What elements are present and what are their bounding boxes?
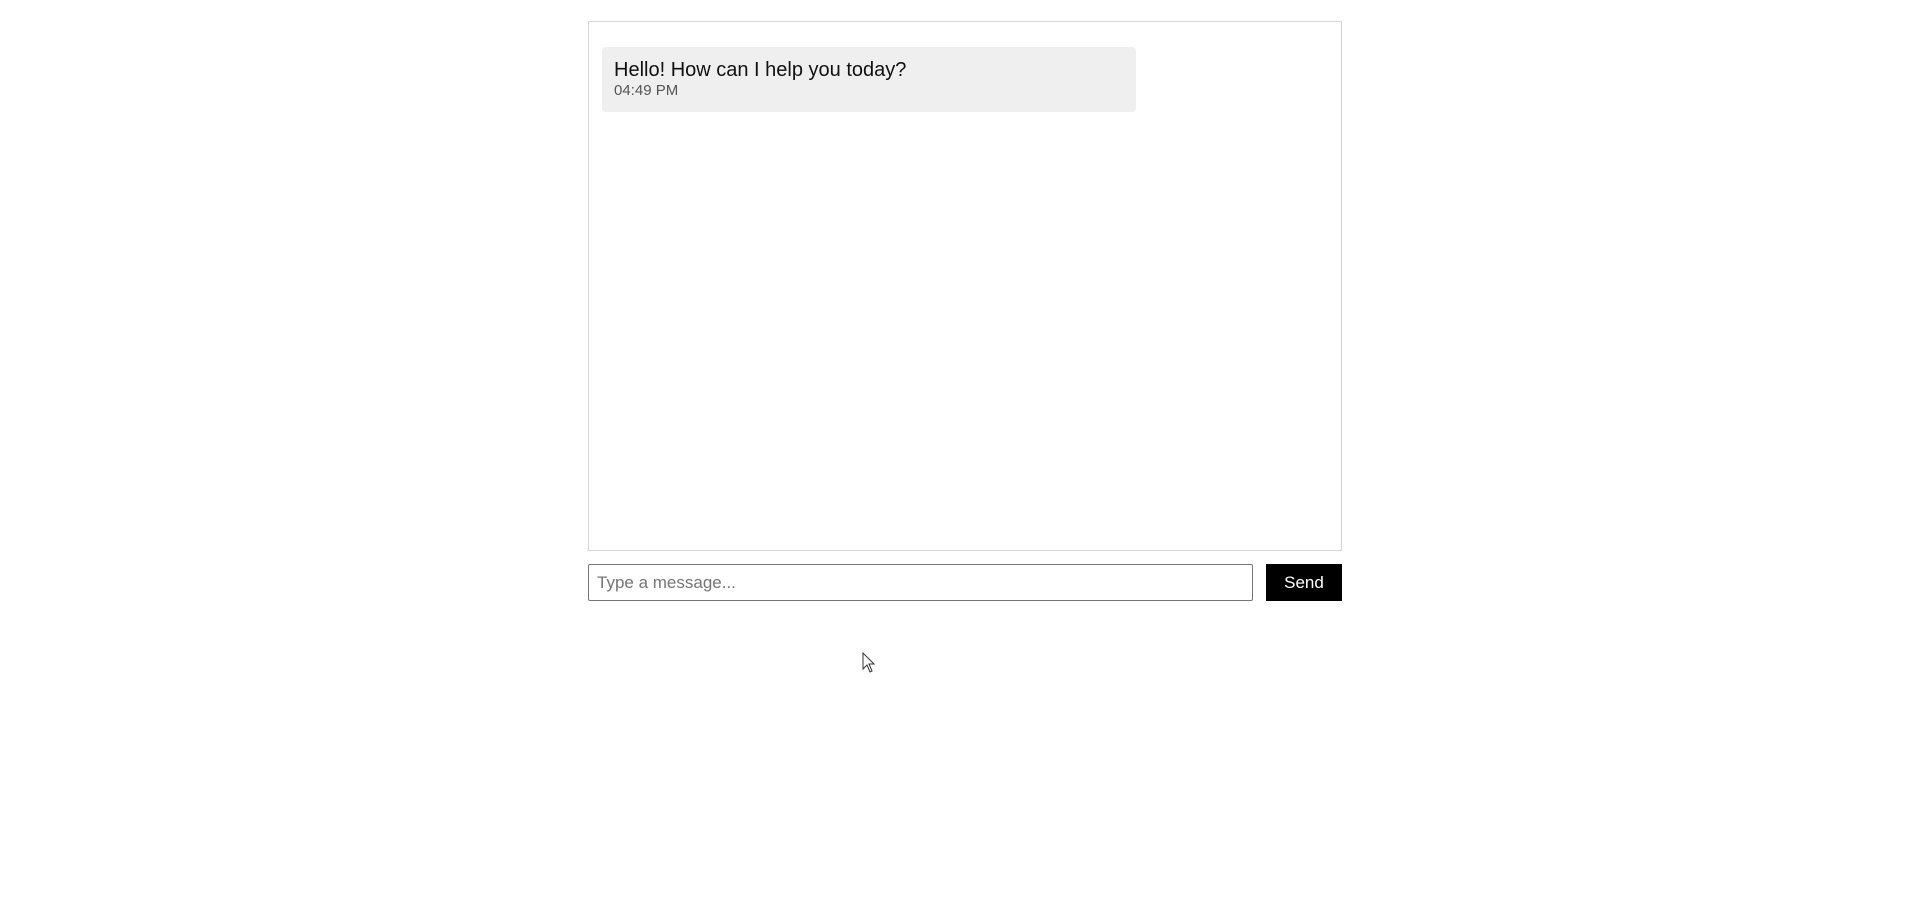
- send-button[interactable]: Send: [1266, 564, 1342, 601]
- message-input[interactable]: [588, 564, 1253, 601]
- message-timestamp: 04:49 PM: [614, 82, 679, 99]
- message-text: Hello! How can I help you today?: [614, 59, 907, 81]
- chat-message-bot: Hello! How can I help you today? 04:49 P…: [602, 47, 1136, 112]
- mouse-pointer-icon: [862, 652, 876, 673]
- message-composer: Send: [588, 564, 1342, 601]
- page: Hello! How can I help you today? 04:49 P…: [0, 0, 1918, 900]
- chat-app: Hello! How can I help you today? 04:49 P…: [588, 21, 1342, 601]
- chat-window[interactable]: Hello! How can I help you today? 04:49 P…: [588, 21, 1342, 551]
